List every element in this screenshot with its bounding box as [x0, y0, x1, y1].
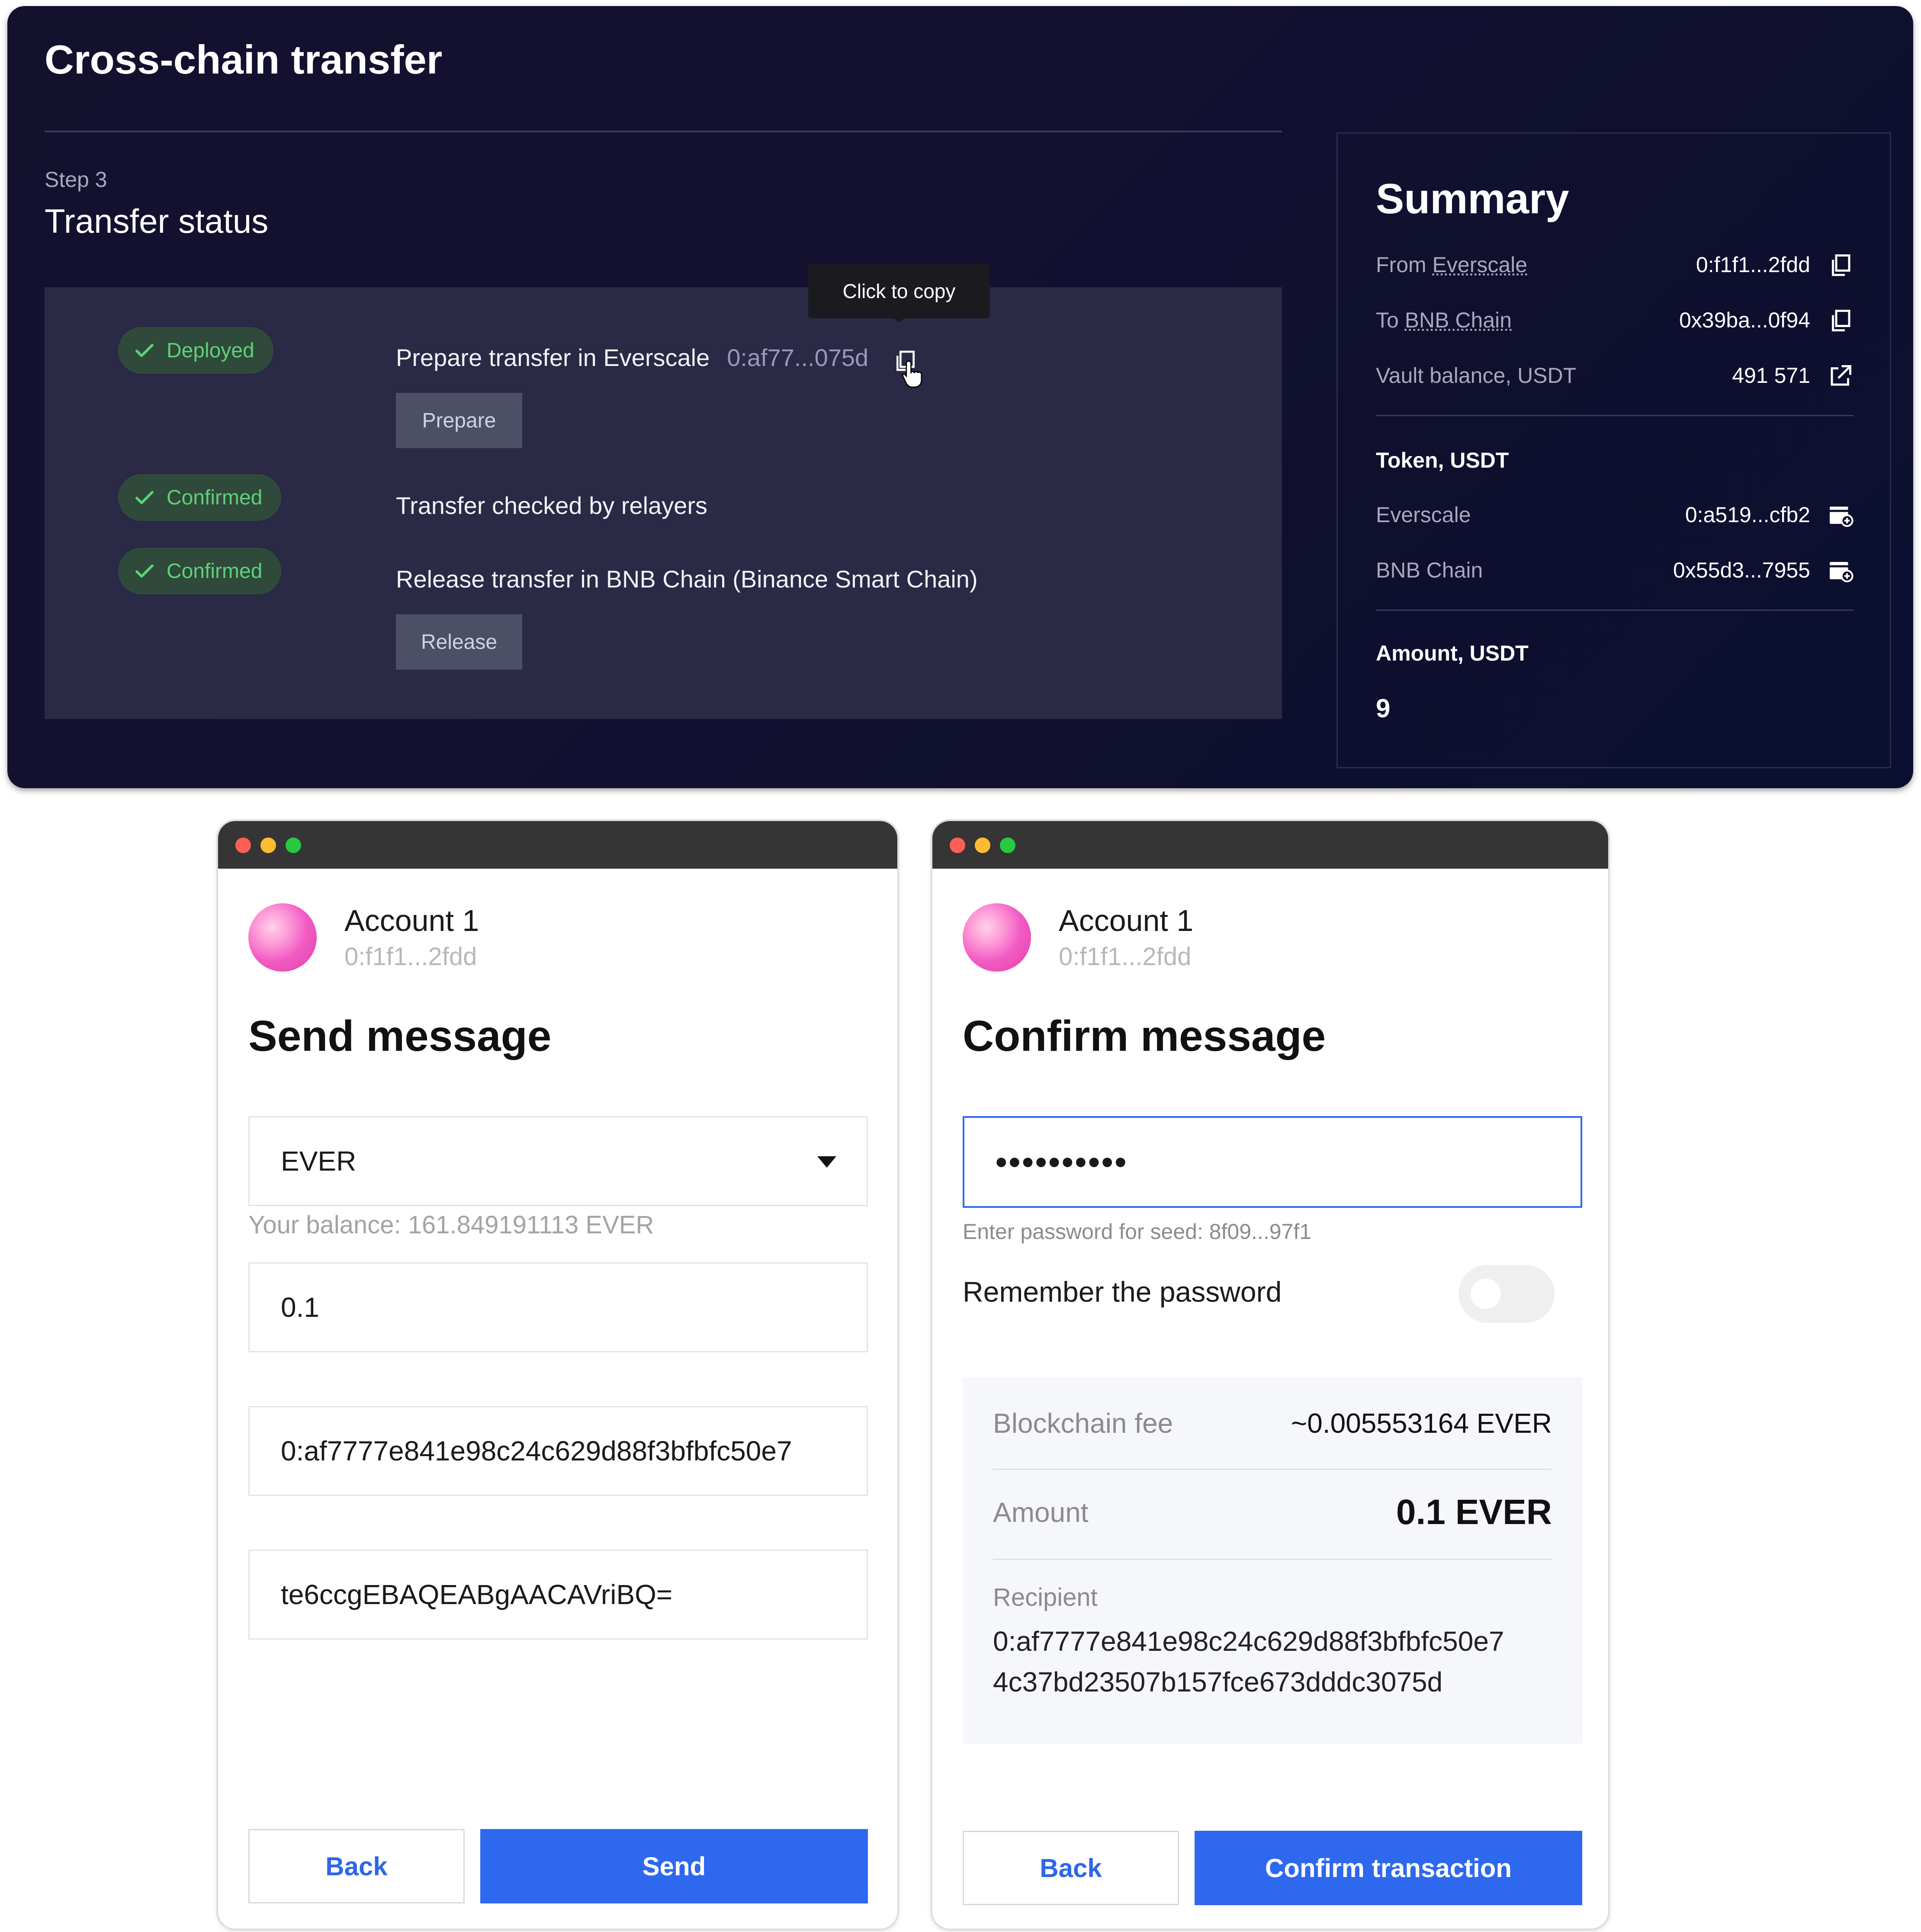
- comment-input[interactable]: te6ccgEBAQEABgAACAVriBQ=: [248, 1550, 868, 1640]
- status-badge-confirmed: Confirmed: [118, 548, 282, 594]
- chevron-down-icon: [817, 1156, 836, 1168]
- send-button[interactable]: Send: [480, 1829, 868, 1903]
- cursor-hand-icon: [902, 360, 922, 388]
- recipient-address-line1: 0:af7777e841e98c24c629d88f3bfbfc50e7: [993, 1626, 1504, 1657]
- cross-chain-transfer-panel: Cross-chain transfer Step 3 Transfer sta…: [7, 6, 1913, 788]
- status-list: Deployed Prepare transfer in Everscale 0:…: [45, 287, 1282, 719]
- check-icon: [135, 343, 154, 357]
- external-link-icon[interactable]: [1828, 363, 1854, 389]
- step-relayers: Transfer checked by relayers: [396, 492, 707, 519]
- amount-value: 0.1 EVER: [1396, 1492, 1552, 1532]
- recipient-input[interactable]: 0:af7777e841e98c24c629d88f3bfbfc50e7: [248, 1406, 868, 1496]
- confirm-transaction-button[interactable]: Confirm transaction: [1195, 1831, 1582, 1905]
- send-message-window: Account 1 0:f1f1...2fdd Send message EVE…: [218, 821, 897, 1929]
- token-chain-label: BNB Chain: [1376, 558, 1483, 582]
- fee-label: Blockchain fee: [993, 1408, 1173, 1439]
- back-button[interactable]: Back: [963, 1831, 1179, 1905]
- minimize-window-button[interactable]: [975, 838, 990, 853]
- password-hint: Enter password for seed: 8f09...97f1: [963, 1220, 1312, 1244]
- password-input[interactable]: ••••••••••: [963, 1116, 1582, 1208]
- remember-password-toggle[interactable]: [1458, 1265, 1555, 1323]
- divider: [45, 131, 1282, 132]
- step-prepare: Prepare transfer in Everscale 0:af77...07…: [396, 343, 868, 372]
- confirm-message-window: Account 1 0:f1f1...2fdd Confirm message …: [932, 821, 1608, 1929]
- window-titlebar: [932, 821, 1608, 869]
- fee-value: ~0.005553164 EVER: [1291, 1408, 1552, 1439]
- copy-icon[interactable]: [1828, 252, 1854, 278]
- from-prefix: From: [1376, 253, 1433, 277]
- avatar: [963, 903, 1031, 972]
- minimize-window-button[interactable]: [260, 838, 276, 853]
- maximize-window-button[interactable]: [286, 838, 301, 853]
- status-badge-deployed: Deployed: [118, 327, 273, 374]
- badge-label: Confirmed: [167, 559, 263, 583]
- summary-panel: Summary From Everscale 0:f1f1...2fdd To …: [1336, 132, 1891, 768]
- from-address: 0:f1f1...2fdd: [1696, 253, 1810, 277]
- close-window-button[interactable]: [950, 838, 965, 853]
- badge-label: Confirmed: [167, 486, 263, 509]
- to-prefix: To: [1376, 308, 1405, 332]
- release-button[interactable]: Release: [396, 614, 522, 670]
- avatar: [248, 903, 317, 972]
- step-label: Step 3: [45, 167, 107, 192]
- maximize-window-button[interactable]: [1000, 838, 1015, 853]
- remember-password-label: Remember the password: [963, 1276, 1282, 1308]
- to-chain-link[interactable]: BNB Chain: [1405, 308, 1512, 332]
- badge-label: Deployed: [167, 339, 254, 362]
- vault-balance: 491 571: [1732, 363, 1810, 388]
- token-chain-label: Everscale: [1376, 503, 1471, 527]
- summary-title: Summary: [1376, 175, 1569, 222]
- amount-label: Amount: [993, 1497, 1089, 1528]
- transaction-details: Blockchain fee ~0.005553164 EVER Amount …: [963, 1377, 1582, 1744]
- copy-icon[interactable]: [1828, 308, 1854, 334]
- amount-input[interactable]: 0.1: [248, 1262, 868, 1352]
- recipient-label: Recipient: [993, 1583, 1098, 1611]
- token-address: 0:a519...cfb2: [1685, 503, 1810, 527]
- balance-hint: Your balance: 161.849191113 EVER: [248, 1211, 654, 1239]
- divider: [993, 1559, 1552, 1560]
- divider: [1376, 610, 1854, 611]
- section-title: Transfer status: [45, 202, 269, 240]
- step-release: Release transfer in BNB Chain (Binance S…: [396, 565, 978, 593]
- token-address: 0x55d3...7955: [1673, 558, 1810, 582]
- amount-heading: Amount, USDT: [1376, 641, 1529, 665]
- check-icon: [135, 564, 154, 578]
- add-to-wallet-icon[interactable]: [1828, 558, 1854, 584]
- close-window-button[interactable]: [235, 838, 251, 853]
- contract-address[interactable]: 0:af77...075d: [727, 344, 868, 371]
- vault-label: Vault balance, USDT: [1376, 363, 1577, 388]
- check-icon: [135, 491, 154, 504]
- step-prepare-label: Prepare transfer in Everscale: [396, 344, 710, 371]
- account-address: 0:f1f1...2fdd: [344, 943, 477, 971]
- token-heading: Token, USDT: [1376, 448, 1509, 472]
- window-titlebar: [218, 821, 897, 869]
- status-badge-confirmed: Confirmed: [118, 474, 282, 521]
- add-to-wallet-icon[interactable]: [1828, 502, 1854, 528]
- recipient-address-line2: 4c37bd23507b157fce673dddc3075d: [993, 1666, 1443, 1698]
- window-title: Send message: [248, 1012, 552, 1060]
- amount-value: 9: [1376, 694, 1391, 723]
- prepare-button[interactable]: Prepare: [396, 393, 522, 448]
- divider: [1376, 415, 1854, 416]
- divider: [993, 1469, 1552, 1470]
- account-name: Account 1: [344, 904, 479, 937]
- token-select[interactable]: EVER: [248, 1116, 868, 1206]
- account-address: 0:f1f1...2fdd: [1059, 943, 1192, 971]
- token-select-value: EVER: [281, 1146, 357, 1177]
- account-name: Account 1: [1059, 904, 1194, 937]
- to-address: 0x39ba...0f94: [1679, 308, 1810, 332]
- window-title: Confirm message: [963, 1012, 1326, 1060]
- page-title: Cross-chain transfer: [45, 37, 443, 82]
- from-chain-link[interactable]: Everscale: [1433, 253, 1528, 277]
- toggle-knob: [1471, 1279, 1501, 1309]
- copy-tooltip: Click to copy: [808, 264, 990, 323]
- back-button[interactable]: Back: [248, 1829, 465, 1903]
